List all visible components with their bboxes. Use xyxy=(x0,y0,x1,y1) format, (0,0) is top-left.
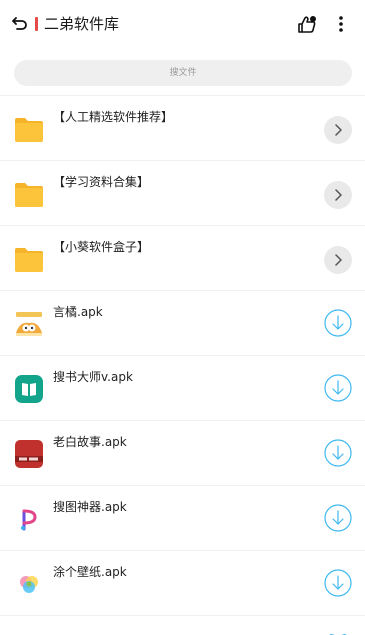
photo-search-app-icon xyxy=(14,504,44,534)
folder-row[interactable]: 【人工精选软件推荐】 xyxy=(0,95,365,160)
folder-label: 【学习资料合集】 xyxy=(53,175,150,189)
file-row[interactable]: 涂个壁纸.apk xyxy=(0,550,365,615)
file-row[interactable]: 言橘.apk xyxy=(0,290,365,355)
download-icon[interactable] xyxy=(324,569,352,597)
file-name: 老白故事.apk xyxy=(53,435,127,449)
chevron-right-icon xyxy=(335,189,342,201)
more-options-icon[interactable] xyxy=(334,14,348,34)
back-icon[interactable] xyxy=(12,15,28,31)
laobai-app-icon xyxy=(15,440,43,468)
yanju-app-icon xyxy=(14,309,44,339)
wallpaper-app-icon xyxy=(14,569,44,599)
file-row[interactable]: 老白故事.apk xyxy=(0,420,365,485)
folder-label: 【小葵软件盒子】 xyxy=(53,240,150,254)
file-name: 搜图神器.apk xyxy=(53,500,127,514)
file-name: 搜书大师v.apk xyxy=(53,370,133,384)
download-icon[interactable] xyxy=(324,374,352,402)
open-folder-button[interactable] xyxy=(324,181,352,209)
download-icon[interactable] xyxy=(324,439,352,467)
folder-row[interactable]: 【小葵软件盒子】 xyxy=(0,225,365,290)
folder-icon xyxy=(15,248,43,272)
folder-label: 【人工精选软件推荐】 xyxy=(53,110,174,124)
file-row-partial[interactable] xyxy=(0,615,365,635)
download-icon[interactable] xyxy=(324,504,352,532)
chevron-right-icon xyxy=(335,254,342,266)
chevron-right-icon xyxy=(335,124,342,136)
title-accent-bar xyxy=(35,17,38,31)
page-title: 二弟软件库 xyxy=(44,15,120,33)
thumbs-up-icon[interactable] xyxy=(296,13,318,35)
book-app-icon xyxy=(15,375,43,403)
folder-icon xyxy=(15,118,43,142)
file-name: 言橘.apk xyxy=(53,305,103,319)
file-name: 涂个壁纸.apk xyxy=(53,565,127,579)
folder-icon xyxy=(15,183,43,207)
download-icon[interactable] xyxy=(324,309,352,337)
file-row[interactable]: 搜图神器.apk xyxy=(0,485,365,550)
file-row[interactable]: 搜书大师v.apk xyxy=(0,355,365,420)
open-folder-button[interactable] xyxy=(324,116,352,144)
app-header: 二弟软件库 xyxy=(0,0,365,50)
search-placeholder: 搜文件 xyxy=(169,68,197,78)
folder-row[interactable]: 【学习资料合集】 xyxy=(0,160,365,225)
open-folder-button[interactable] xyxy=(324,246,352,274)
search-input[interactable]: 搜文件 xyxy=(14,60,352,86)
